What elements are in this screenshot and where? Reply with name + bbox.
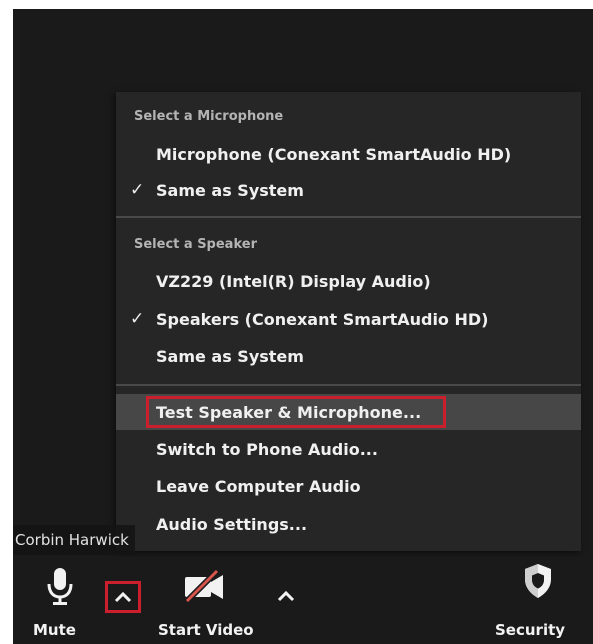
menu-item-test-speaker-microphone[interactable]: Test Speaker & Microphone...	[116, 394, 581, 430]
menu-item-microphone-conexant[interactable]: Microphone (Conexant SmartAudio HD)	[116, 137, 581, 171]
checkmark-icon: ✓	[130, 309, 145, 329]
microphone-icon	[47, 568, 73, 605]
audio-options-menu: Select a Microphone Microphone (Conexant…	[116, 92, 581, 551]
menu-item-leave-computer-audio[interactable]: Leave Computer Audio	[116, 469, 581, 503]
caret-up-icon	[277, 590, 295, 602]
meeting-toolbar: Mute Start Video Security	[13, 557, 593, 644]
menu-item-audio-settings[interactable]: Audio Settings...	[116, 507, 581, 541]
start-video-button[interactable]: Start Video	[153, 561, 263, 641]
menu-divider	[116, 384, 581, 386]
participant-name-tag: Corbin Harwick	[13, 525, 135, 555]
start-video-label: Start Video	[158, 621, 254, 639]
checkmark-icon: ✓	[130, 180, 145, 200]
menu-item-switch-to-phone-audio[interactable]: Switch to Phone Audio...	[116, 432, 581, 466]
highlight-box	[146, 396, 446, 428]
menu-item-mic-same-as-system[interactable]: ✓ Same as System	[116, 173, 581, 207]
menu-item-speaker-same-as-system[interactable]: Same as System	[116, 339, 581, 373]
microphone-section-header: Select a Microphone	[134, 109, 284, 124]
speaker-section-header: Select a Speaker	[134, 237, 257, 252]
shield-icon	[525, 564, 551, 598]
menu-item-label: Speakers (Conexant SmartAudio HD)	[156, 309, 489, 329]
audio-options-caret-button[interactable]	[105, 581, 141, 613]
menu-item-label: Same as System	[156, 346, 304, 366]
menu-item-label: Same as System	[156, 180, 304, 200]
security-label: Security	[495, 621, 566, 639]
menu-item-label: Microphone (Conexant SmartAudio HD)	[156, 144, 512, 164]
security-button[interactable]: Security	[491, 561, 581, 641]
menu-item-speaker-vz229[interactable]: VZ229 (Intel(R) Display Audio)	[116, 264, 581, 298]
participant-name: Corbin Harwick	[15, 531, 129, 549]
menu-item-label: Leave Computer Audio	[156, 476, 361, 496]
menu-item-label: Switch to Phone Audio...	[156, 439, 378, 459]
caret-up-icon	[114, 591, 132, 603]
video-off-icon	[184, 569, 223, 603]
mute-label: Mute	[33, 621, 76, 639]
menu-divider	[116, 216, 581, 218]
mute-button[interactable]: Mute	[23, 561, 93, 641]
menu-item-label: VZ229 (Intel(R) Display Audio)	[156, 271, 431, 291]
menu-item-speaker-conexant[interactable]: ✓ Speakers (Conexant SmartAudio HD)	[116, 302, 581, 336]
zoom-meeting-window: Select a Microphone Microphone (Conexant…	[13, 9, 593, 644]
video-options-caret-button[interactable]	[271, 581, 301, 611]
menu-item-label: Audio Settings...	[156, 514, 308, 534]
